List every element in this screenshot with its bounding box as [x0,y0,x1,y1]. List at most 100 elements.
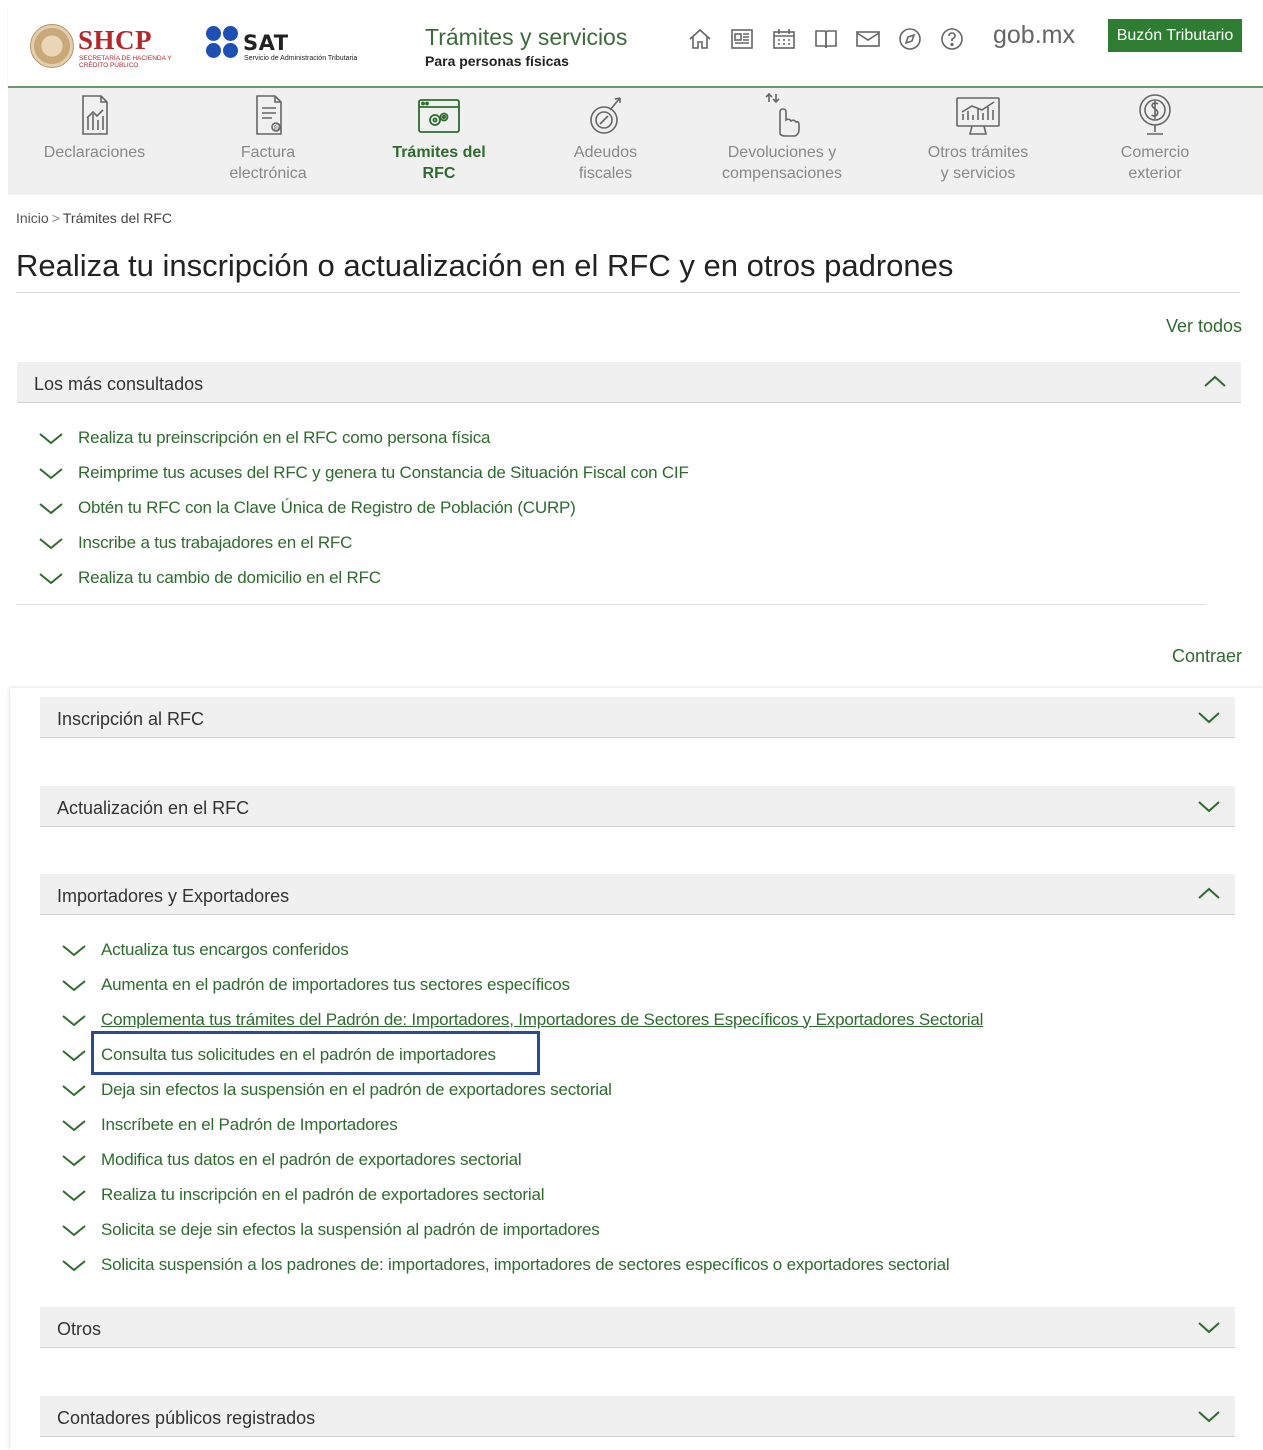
help-icon[interactable] [938,25,966,53]
chevron-up-icon[interactable] [1203,370,1227,394]
chevron-down-icon [62,1084,86,1096]
section-label-inscripcion: Inscripción al RFC [57,709,205,729]
section-divider [16,604,1206,605]
list-item[interactable]: Modifica tus datos en el padrón de expor… [61,1142,983,1177]
chevron-down-icon [39,572,63,584]
link-text[interactable]: Deja sin efectos la suspensión en el pad… [101,1080,612,1100]
link-text[interactable]: Inscribe a tus trabajadores en el RFC [78,533,352,553]
chevron-down-icon [39,537,63,549]
section-actualizacion-rfc[interactable]: Actualización en el RFC [40,786,1235,827]
svg-text:@: @ [274,124,281,132]
link-text[interactable]: Solicita suspensión a los padrones de: i… [101,1255,950,1275]
section-label-mas-consultados: Los más consultados [34,374,204,394]
nav-item-tramites-rfc[interactable]: Trámites del RFC [380,90,498,184]
gobmx-logo[interactable]: gob.mx [993,21,1075,50]
site-title: Trámites y servicios [425,24,628,50]
nav-label-adeudos: Adeudos fiscales [573,144,638,182]
link-text[interactable]: Realiza tu preinscripción en el RFC como… [78,428,491,448]
nav-item-factura[interactable]: @ Factura electrónica [213,90,323,184]
section-label-actualizacion: Actualización en el RFC [57,798,250,818]
nav-item-devoluciones[interactable]: Devoluciones y compensaciones [708,90,856,184]
list-item[interactable]: Realiza tu cambio de domicilio en el RFC [38,560,689,595]
title-divider [16,292,1240,293]
nav-item-comercio-exterior[interactable]: Comercio exterior [1100,90,1210,184]
chevron-down-icon [62,1119,86,1131]
link-text[interactable]: Actualiza tus encargos conferidos [101,940,349,960]
list-item[interactable]: Obtén tu RFC con la Clave Única de Regis… [38,490,689,525]
nav-label-devoluciones: Devoluciones y compensaciones [721,144,843,182]
calendar-icon[interactable] [770,25,798,53]
section-otros[interactable]: Otros [40,1307,1235,1348]
chevron-down-icon[interactable] [1197,1315,1221,1339]
section-inscripcion-rfc[interactable]: Inscripción al RFC [40,697,1235,738]
section-label-otros: Otros [57,1319,102,1339]
link-text[interactable]: Solicita se deje sin efectos la suspensi… [101,1220,600,1240]
link-text[interactable]: Reimprime tus acuses del RFC y genera tu… [78,463,689,483]
list-item[interactable]: Realiza tu inscripción en el padrón de e… [61,1177,983,1212]
list-item[interactable]: Complementa tus trámites del Padrón de: … [61,1002,983,1037]
nav-label-factura: Factura electrónica [229,144,307,182]
chevron-down-icon [39,432,63,444]
section-mas-consultados[interactable]: Los más consultados [17,362,1241,403]
factura-icon: @ [256,95,282,135]
newspaper-icon[interactable] [728,25,756,53]
list-item[interactable]: Solicita suspensión a los padrones de: i… [61,1247,983,1282]
nav-item-adeudos[interactable]: Adeudos fiscales [558,90,653,184]
ver-todos-link[interactable]: Ver todos [1166,316,1242,337]
breadcrumb-home-link[interactable]: Inicio [16,210,49,226]
comercio-icon [1139,94,1171,135]
sat-logo[interactable]: SAT Servicio de Administración Tributari… [206,26,396,68]
list-item-highlighted[interactable]: Consulta tus solicitudes en el padrón de… [61,1037,983,1072]
chevron-down-icon[interactable] [1197,794,1221,818]
compass-icon[interactable] [896,25,924,53]
link-text[interactable]: Modifica tus datos en el padrón de expor… [101,1150,522,1170]
declaraciones-icon [81,95,108,135]
list-item[interactable]: Inscríbete en el Padrón de Importadores [61,1107,983,1142]
nav-item-otros-tramites[interactable]: Otros trámites y servicios [908,90,1048,184]
chevron-down-icon[interactable] [1197,705,1221,729]
list-item[interactable]: Realiza tu preinscripción en el RFC como… [38,420,689,455]
section-contadores[interactable]: Contadores públicos registrados [40,1396,1235,1437]
list-item[interactable]: Deja sin efectos la suspensión en el pad… [61,1072,983,1107]
nav-label-comercio-exterior: Comercio exterior [1120,144,1190,182]
list-item[interactable]: Actualiza tus encargos conferidos [61,932,983,967]
site-subtitle: Para personas físicas [425,53,569,69]
shcp-logo-name: SHCP [78,25,153,55]
list-item[interactable]: Reimprime tus acuses del RFC y genera tu… [38,455,689,490]
section-importadores-exportadores[interactable]: Importadores y Exportadores [40,874,1235,915]
nav-item-declaraciones[interactable]: Declaraciones [37,90,152,163]
sat-dots-icon [206,26,240,60]
mexico-seal-icon [30,24,74,68]
link-text[interactable]: Realiza tu inscripción en el padrón de e… [101,1185,544,1205]
importadores-list: Actualiza tus encargos conferidos Aument… [61,932,983,1282]
shcp-logo[interactable]: SHCP SECRETARÍA DE HACIENDA Y CRÉDITO PÚ… [30,24,190,70]
sat-logo-name: SAT [243,31,289,55]
chevron-down-icon [62,944,86,956]
link-text[interactable]: Consulta tus solicitudes en el padrón de… [101,1045,496,1065]
link-text[interactable]: Aumenta en el padrón de importadores tus… [101,975,570,995]
chevron-down-icon[interactable] [1197,1404,1221,1428]
list-item[interactable]: Inscribe a tus trabajadores en el RFC [38,525,689,560]
contraer-link[interactable]: Contraer [1172,646,1242,667]
mas-consultados-list: Realiza tu preinscripción en el RFC como… [38,420,689,595]
nav-label-declaraciones: Declaraciones [43,144,146,161]
site-header: SHCP SECRETARÍA DE HACIENDA Y CRÉDITO PÚ… [8,6,1263,88]
link-text[interactable]: Realiza tu cambio de domicilio en el RFC [78,568,381,588]
book-icon[interactable] [812,25,840,53]
link-text[interactable]: Inscríbete en el Padrón de Importadores [101,1115,398,1135]
devoluciones-icon [765,92,800,137]
chevron-down-icon [39,502,63,514]
link-text[interactable]: Complementa tus trámites del Padrón de: … [101,1010,983,1030]
chevron-down-icon [62,1224,86,1236]
list-item[interactable]: Solicita se deje sin efectos la suspensi… [61,1212,983,1247]
section-label-contadores: Contadores públicos registrados [57,1408,316,1428]
header-icons [686,26,966,52]
home-icon[interactable] [686,25,714,53]
link-text[interactable]: Obtén tu RFC con la Clave Única de Regis… [78,498,576,518]
buzon-tributario-button[interactable]: Buzón Tributario [1108,19,1242,52]
chevron-down-icon [62,1014,86,1026]
mail-icon[interactable] [854,25,882,53]
chevron-down-icon [39,467,63,479]
list-item[interactable]: Aumenta en el padrón de importadores tus… [61,967,983,1002]
chevron-up-icon[interactable] [1197,882,1221,906]
